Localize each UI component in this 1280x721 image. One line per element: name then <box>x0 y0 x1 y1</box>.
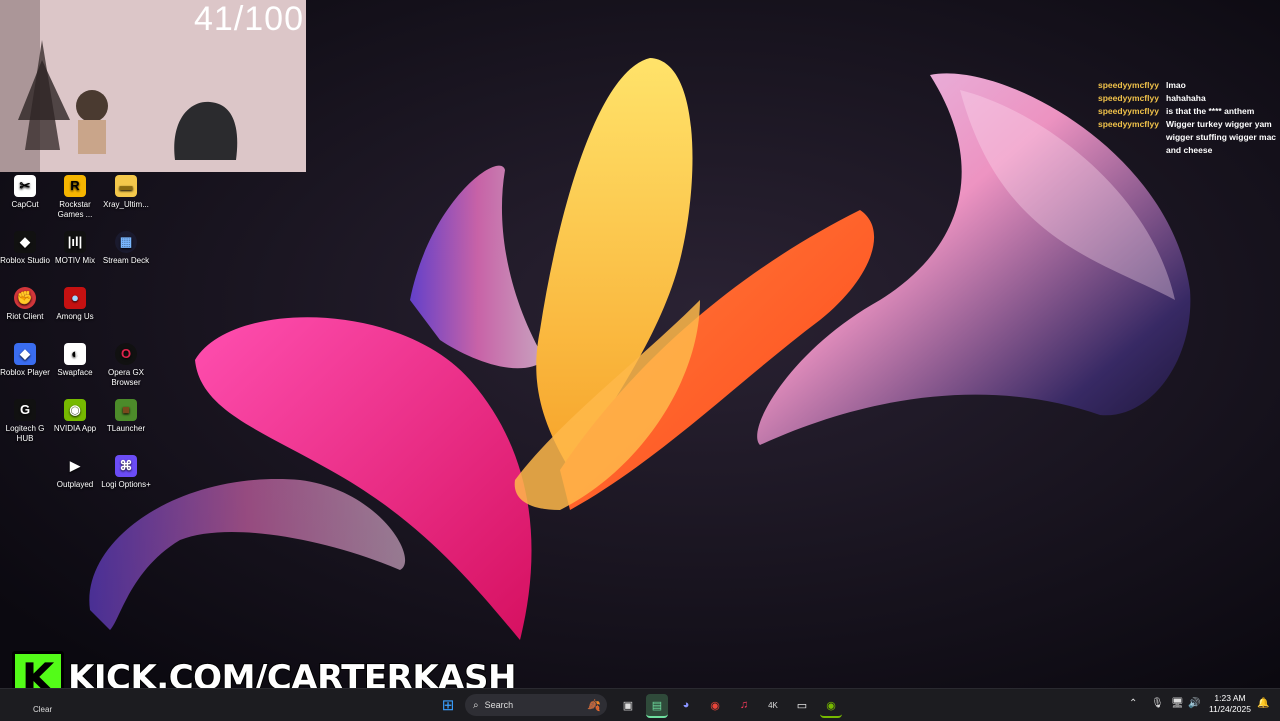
opera-gx-icon: O <box>115 343 137 365</box>
4k-app-icon[interactable]: 4K <box>762 694 784 716</box>
tlauncher-icon: ■ <box>115 399 137 421</box>
search-highlight-icon: 🍂 <box>587 699 601 712</box>
chat-message: speedyymcflyy lmao <box>1098 79 1280 92</box>
microphone-icon[interactable]: 🎙 <box>1151 698 1164 709</box>
desktop-icon-label: TLauncher <box>106 424 146 433</box>
clock-time: 1:23 AM <box>1214 693 1246 703</box>
chat-message: speedyymcflyy hahahaha <box>1098 92 1280 105</box>
desktop-icon-opera-gx[interactable]: O Opera GX Browser <box>101 343 151 388</box>
chat-text: is that the **** anthem <box>1166 106 1255 116</box>
desktop-icon-label: Swapface <box>57 368 93 377</box>
chat-message: speedyymcflyy is that the **** anthem <box>1098 105 1280 118</box>
desktop-icon-logitech-ghub[interactable]: G Logitech G HUB <box>0 399 50 444</box>
chrome-icon[interactable]: ◉ <box>704 694 726 716</box>
taskbar: ⊞ ⌕ Search 🍂 ▣ ▤ ◕ ◉ ♫ 4K ▭ ◉ ⌃ 🎙 🖥 🔊 1:… <box>0 688 1280 721</box>
desktop-icon-roblox-player[interactable]: ◆ Roblox Player <box>0 343 50 378</box>
chat-username: speedyymcflyy <box>1098 106 1159 116</box>
desktop-icon-nvidia-app[interactable]: ◉ NVIDIA App <box>50 399 100 434</box>
roblox-player-icon: ◆ <box>14 343 36 365</box>
discord-icon[interactable]: ◕ <box>675 694 697 716</box>
goal-counter: 41/100 <box>194 0 304 38</box>
desktop-icon-swapface[interactable]: ◐ Swapface <box>50 343 100 378</box>
taskbar-clock[interactable]: 1:23 AM 11/24/2025 <box>1206 693 1254 715</box>
logitech-ghub-icon: G <box>14 399 36 421</box>
stream-chat: speedyymcflyy lmao speedyymcflyy hahahah… <box>1098 79 1280 157</box>
desktop-icon-label: CapCut <box>11 200 39 209</box>
desktop-icon-riot-client[interactable]: ✊ Riot Client <box>0 287 50 322</box>
weather-widget-label[interactable]: Clear <box>33 705 52 714</box>
desktop-icon-label: Logitech G HUB <box>5 424 45 443</box>
desktop-icon-label: Stream Deck <box>102 256 150 265</box>
desktop-icon-xray[interactable]: ▬ Xray_Ultim... <box>101 175 151 210</box>
logi-options-icon: ⌘ <box>115 455 137 477</box>
desktop-icon-label: Opera GX Browser <box>107 368 144 387</box>
desktop-icon-capcut[interactable]: ✂ CapCut <box>0 175 50 210</box>
desktop-icon-label: MOTIV Mix <box>55 256 95 265</box>
desktop-icon-label: Logi Options+ <box>101 480 151 489</box>
music-icon[interactable]: ♫ <box>733 694 755 716</box>
pc-app-icon[interactable]: ▭ <box>791 694 813 716</box>
rockstar-icon: R <box>64 175 86 197</box>
swapface-icon: ◐ <box>64 343 86 365</box>
desktop-icon-logi-options[interactable]: ⌘ Logi Options+ <box>101 455 151 490</box>
capcut-icon: ✂ <box>14 175 36 197</box>
desktop-icon-label: Roblox Studio <box>0 256 50 265</box>
desktop-icon-label: NVIDIA App <box>53 424 97 433</box>
volume-icon[interactable]: 🔊 <box>1188 698 1200 709</box>
among-us-icon: ● <box>64 287 86 309</box>
folder-icon: ▬ <box>115 175 137 197</box>
roblox-studio-icon: ◆ <box>14 231 36 253</box>
clock-date: 11/24/2025 <box>1209 704 1251 714</box>
terminal-icon[interactable]: ▤ <box>646 694 668 718</box>
chat-text: hahahaha <box>1166 93 1206 103</box>
start-icon[interactable]: ⊞ <box>437 694 459 716</box>
chat-username: speedyymcflyy <box>1098 80 1159 90</box>
desktop-icon-label: Xray_Ultim... <box>103 200 149 209</box>
network-icon[interactable]: 🖥 <box>1171 698 1184 709</box>
nvidia-icon[interactable]: ◉ <box>820 694 842 718</box>
desktop-icon-rockstar[interactable]: R Rockstar Games ... <box>50 175 100 220</box>
chat-username: speedyymcflyy <box>1098 119 1159 129</box>
nvidia-icon: ◉ <box>64 399 86 421</box>
notification-icon[interactable]: 🔔 <box>1257 698 1269 709</box>
chat-text: Wigger turkey wigger yam wigger stuffing… <box>1166 119 1277 155</box>
chat-username: speedyymcflyy <box>1098 93 1159 103</box>
taskbar-search[interactable]: ⌕ Search 🍂 <box>465 694 607 716</box>
outplayed-icon: ▶ <box>70 458 80 473</box>
webcam-overlay: 41/100 <box>0 0 306 172</box>
stream-deck-icon: ▦ <box>115 231 137 253</box>
tray-overflow-icon[interactable]: ⌃ <box>1129 698 1137 709</box>
desktop-icon-label: Among Us <box>56 312 94 321</box>
task-view-icon[interactable]: ▣ <box>617 694 639 716</box>
desktop-icon-stream-deck[interactable]: ▦ Stream Deck <box>101 231 151 266</box>
desktop-icon-label: Outplayed <box>56 480 94 489</box>
desktop-icon-label: Rockstar Games ... <box>57 200 93 219</box>
chat-text: lmao <box>1166 80 1186 90</box>
motiv-mix-icon: |ıl| <box>64 231 86 253</box>
desktop-icon-label: Roblox Player <box>0 368 50 377</box>
desktop-icon-outplayed[interactable]: ▶ Outplayed <box>50 455 100 490</box>
desktop-icon-tlauncher[interactable]: ■ TLauncher <box>101 399 151 434</box>
riot-client-icon: ✊ <box>14 287 36 309</box>
chat-message: speedyymcflyy Wigger turkey wigger yam w… <box>1098 118 1280 157</box>
desktop-icon-label: Riot Client <box>6 312 44 321</box>
desktop-icon-roblox-studio[interactable]: ◆ Roblox Studio <box>0 231 50 266</box>
search-label: Search <box>484 700 514 710</box>
desktop-icon-motiv-mix[interactable]: |ıl| MOTIV Mix <box>50 231 100 266</box>
desktop-icon-among-us[interactable]: ● Among Us <box>50 287 100 322</box>
search-icon: ⌕ <box>473 699 479 711</box>
